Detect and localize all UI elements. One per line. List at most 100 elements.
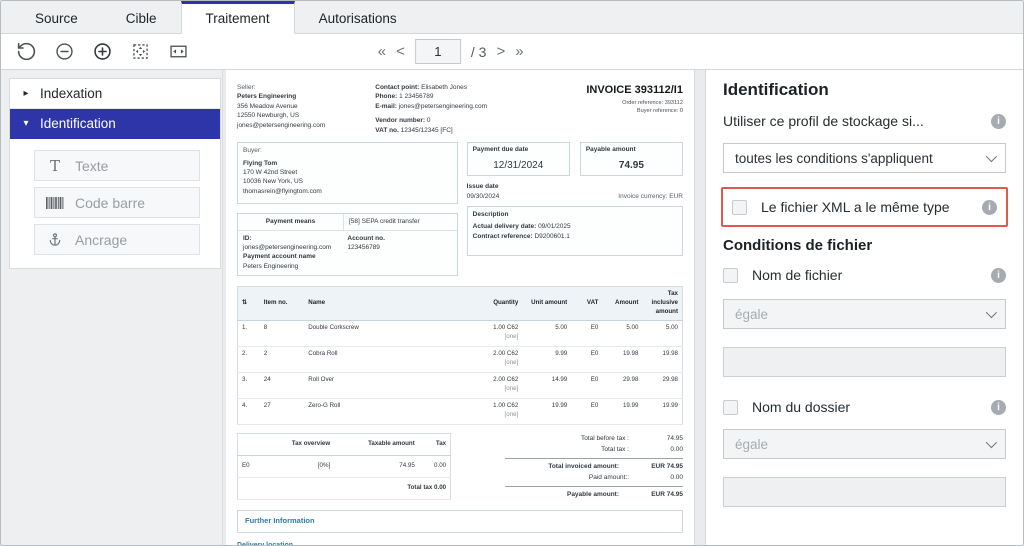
- totals-block: Total before tax :74.95 Total tax :0.00 …: [505, 433, 683, 500]
- sidebar-section-identification[interactable]: ▾ Identification: [10, 109, 220, 139]
- tools-accordion: ▸ Indexation ▾ Identification T Texte Co…: [9, 78, 221, 269]
- payable-amount-value: 74.95: [586, 159, 677, 174]
- filename-checkbox[interactable]: [723, 268, 738, 283]
- issue-date-value: 09/30/2024: [467, 192, 500, 201]
- item-tax-incl: 19.98: [642, 347, 682, 373]
- tool-label: Code barre: [75, 195, 145, 211]
- item-amount: 5.00: [602, 321, 642, 347]
- item-name: Zero-G Roll: [304, 399, 469, 425]
- paid-amount: 0.00: [641, 473, 683, 482]
- folder-operator-select[interactable]: égale: [723, 429, 1006, 459]
- zoom-in-button[interactable]: [87, 37, 118, 67]
- vendor-label: Vendor number:: [375, 117, 425, 124]
- item-amount: 29.98: [602, 373, 642, 399]
- folder-operator-value: égale: [735, 437, 768, 452]
- tax-header: Tax: [419, 434, 451, 456]
- sidebar-section-indexation[interactable]: ▸ Indexation: [10, 79, 220, 109]
- document-preview[interactable]: Seller: Peters Engineering 356 Meadow Av…: [226, 70, 695, 546]
- text-tool-button[interactable]: T Texte: [34, 150, 200, 181]
- total-before-tax-label: Total before tax :: [581, 434, 629, 443]
- seller-label: Seller:: [237, 84, 255, 91]
- item-name: Cobra Roll: [304, 347, 469, 373]
- info-icon[interactable]: [982, 200, 997, 215]
- fit-width-icon: [168, 41, 189, 62]
- total-invoiced: EUR 74.95: [631, 462, 683, 471]
- sort-icon[interactable]: ⇅: [238, 287, 260, 321]
- vat-value: 12345/12345 [FC]: [401, 127, 453, 134]
- total-tax-line: Total tax 0.00: [238, 478, 451, 500]
- item-unit-amount: 9.99: [522, 347, 571, 373]
- left-sidebar: ▸ Indexation ▾ Identification T Texte Co…: [1, 70, 223, 546]
- account-name-value: Peters Engineering: [243, 262, 452, 271]
- table-row: 3. 24 Roll Over 2.00 C62[one] 14.99 E0 2…: [238, 373, 683, 399]
- rotate-button[interactable]: [11, 37, 42, 67]
- seller-address: 356 Meadow Avenue: [237, 102, 375, 111]
- due-date-label: Payment due date: [473, 146, 529, 153]
- tab-source[interactable]: Source: [11, 1, 102, 33]
- total-invoiced-label: Total invoiced amount:: [548, 462, 619, 471]
- filename-label: Nom de fichier: [752, 267, 842, 283]
- filename-value-input[interactable]: [723, 347, 1006, 377]
- info-icon[interactable]: [991, 400, 1006, 415]
- email-label: E-mail:: [375, 103, 397, 110]
- folder-value-input[interactable]: [723, 477, 1006, 507]
- buyer-address: 10036 New York, US: [243, 177, 452, 186]
- info-icon[interactable]: [991, 114, 1006, 129]
- zoom-out-button[interactable]: [49, 37, 80, 67]
- contact-value: Elisabeth Jones: [421, 84, 467, 91]
- row-index: 2.: [238, 347, 260, 373]
- first-page-button[interactable]: «: [378, 43, 386, 60]
- zoom-in-icon: [92, 41, 113, 62]
- item-name: Double Corkscrew: [304, 321, 469, 347]
- xml-rule-checkbox[interactable]: [732, 200, 747, 215]
- col-tax-inclusive: Tax inclusive amount: [642, 287, 682, 321]
- condition-mode-select[interactable]: toutes les conditions s'appliquent: [723, 143, 1006, 173]
- due-date-value: 12/31/2024: [473, 159, 564, 174]
- tab-traitement[interactable]: Traitement: [181, 1, 295, 34]
- xml-rule-label: Le fichier XML a le même type: [761, 199, 950, 215]
- col-amount: Amount: [602, 287, 642, 321]
- fit-page-button[interactable]: [125, 37, 156, 67]
- anchor-tool-button[interactable]: Ancrage: [34, 224, 200, 255]
- paid-amount-label: Paid amount::: [589, 473, 629, 482]
- account-name-label: Payment account name: [243, 252, 452, 261]
- folder-checkbox[interactable]: [723, 400, 738, 415]
- panel-title: Identification: [723, 80, 1006, 100]
- total-tax-label: Total tax :: [601, 445, 629, 454]
- tab-cible[interactable]: Cible: [102, 1, 181, 33]
- row-index: 3.: [238, 373, 260, 399]
- delivery-date-value: 09/01/2025: [538, 223, 571, 230]
- item-no: 27: [260, 399, 305, 425]
- contact-label: Contact point:: [375, 84, 419, 91]
- further-information-box: Further Information: [237, 510, 683, 533]
- prev-page-button[interactable]: <: [396, 43, 405, 60]
- payment-means-label: Payment means: [238, 214, 343, 229]
- item-vat: E0: [571, 321, 602, 347]
- info-icon[interactable]: [991, 268, 1006, 283]
- tax-overview-table: Tax overview Taxable amount Tax E0 [0%] …: [237, 433, 451, 500]
- tab-autorisations[interactable]: Autorisations: [295, 1, 421, 33]
- item-qty: 2.00 C62[one]: [469, 373, 522, 399]
- account-no-label: Account no.: [347, 234, 451, 243]
- vat-label: VAT no.: [375, 127, 399, 134]
- seller-name: Peters Engineering: [237, 92, 375, 101]
- page-navigation: « < 1 / 3 > »: [378, 39, 524, 64]
- buyer-ref: 0: [680, 108, 683, 114]
- order-ref: 393112: [665, 100, 683, 106]
- last-page-button[interactable]: »: [515, 43, 523, 60]
- contract-ref-label: Contract reference:: [473, 233, 533, 240]
- tax-code: E0: [238, 456, 263, 478]
- payable-amount-box: Payable amount 74.95: [580, 142, 683, 176]
- payment-id-label: ID:: [243, 234, 347, 243]
- delivery-date-label: Actual delivery date:: [473, 223, 537, 230]
- phone-value: 1 23456789: [399, 93, 433, 100]
- page-number-input[interactable]: 1: [415, 39, 461, 64]
- payable-total-label: Payable amount:: [567, 490, 619, 499]
- invoice-title: INVOICE 393112/I1: [554, 83, 683, 99]
- barcode-tool-button[interactable]: Code barre: [34, 187, 200, 218]
- identification-panel: Identification Utiliser ce profil de sto…: [705, 70, 1023, 546]
- chevron-down-icon: [986, 437, 997, 448]
- fit-width-button[interactable]: [163, 37, 194, 67]
- filename-operator-select[interactable]: égale: [723, 299, 1006, 329]
- next-page-button[interactable]: >: [496, 43, 505, 60]
